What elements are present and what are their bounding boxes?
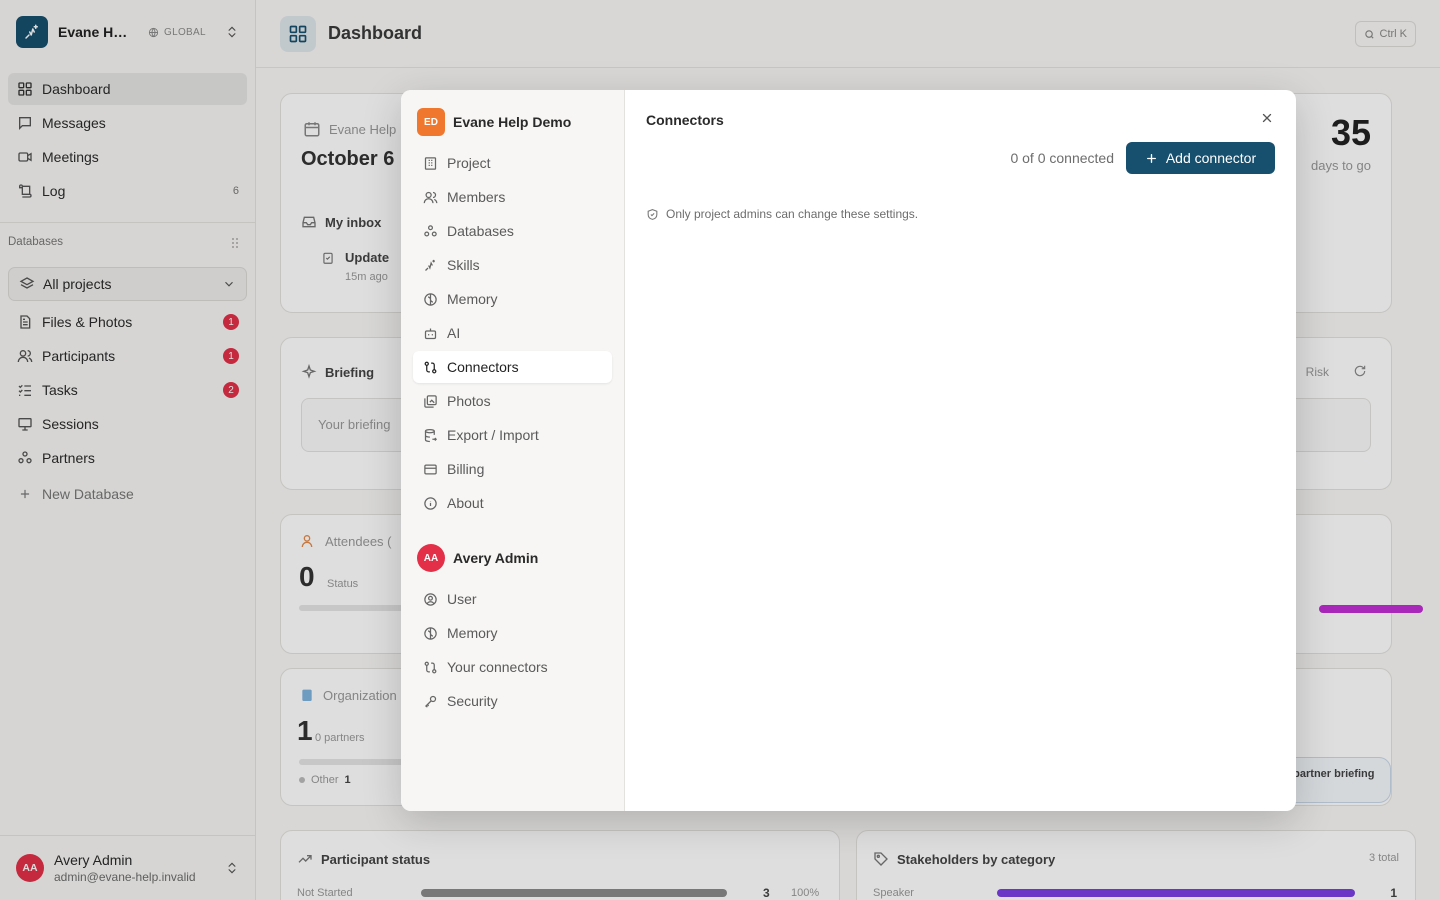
settings-item-about-label: About — [447, 495, 484, 511]
settings-item-photos[interactable]: Photos — [413, 385, 612, 417]
settings-item-ai[interactable]: AI — [413, 317, 612, 349]
settings-item-project-label: Project — [447, 155, 491, 171]
settings-item-security-label: Security — [447, 693, 498, 709]
shield-check-icon — [647, 208, 658, 220]
project-settings-nav: Project Members Databases Skills Memory … — [413, 147, 612, 521]
user-circle-icon — [421, 590, 439, 608]
settings-item-your-connectors[interactable]: Your connectors — [413, 651, 612, 683]
settings-item-security[interactable]: Security — [413, 685, 612, 717]
info-icon — [421, 494, 439, 512]
connectors-panel: Connectors 0 of 0 connected Add connecto… — [626, 90, 1296, 811]
user-header-name: Avery Admin — [453, 550, 539, 566]
user-avatar: AA — [417, 544, 445, 572]
settings-item-members-label: Members — [447, 189, 506, 205]
settings-item-members[interactable]: Members — [413, 181, 612, 213]
settings-sidebar: ED Evane Help Demo Project Members Datab… — [401, 90, 625, 811]
settings-item-memory-label: Memory — [447, 291, 498, 307]
databases-icon — [421, 222, 439, 240]
admin-note: Only project admins can change these set… — [646, 207, 918, 221]
connected-count: 0 of 0 connected — [1010, 150, 1114, 166]
settings-item-skills-label: Skills — [447, 257, 480, 273]
project-name: Evane Help Demo — [453, 114, 572, 130]
brain-icon — [421, 290, 439, 308]
plus-icon — [1146, 153, 1156, 163]
building-icon — [421, 154, 439, 172]
settings-item-photos-label: Photos — [447, 393, 491, 409]
user-settings-nav: User Memory Your connectors Security — [413, 583, 612, 719]
add-connector-label: Add connector — [1165, 150, 1257, 166]
settings-item-user-memory[interactable]: Memory — [413, 617, 612, 649]
settings-item-databases[interactable]: Databases — [413, 215, 612, 247]
settings-item-databases-label: Databases — [447, 223, 514, 239]
users-icon — [421, 188, 439, 206]
settings-item-export-import[interactable]: Export / Import — [413, 419, 612, 451]
settings-item-export-import-label: Export / Import — [447, 427, 539, 443]
admin-note-text: Only project admins can change these set… — [666, 207, 919, 221]
settings-item-memory[interactable]: Memory — [413, 283, 612, 315]
add-connector-button[interactable]: Add connector — [1126, 142, 1275, 174]
key-icon — [421, 692, 439, 710]
settings-modal: ED Evane Help Demo Project Members Datab… — [401, 90, 1296, 811]
settings-item-your-connectors-label: Your connectors — [447, 659, 548, 675]
images-icon — [421, 392, 439, 410]
settings-item-connectors[interactable]: Connectors — [413, 351, 612, 383]
database-export-icon — [421, 426, 439, 444]
project-avatar: ED — [417, 108, 445, 136]
settings-item-ai-label: AI — [447, 325, 461, 341]
settings-item-billing[interactable]: Billing — [413, 453, 612, 485]
settings-item-skills[interactable]: Skills — [413, 249, 612, 281]
plug-connectors-icon — [421, 358, 439, 376]
settings-item-user-memory-label: Memory — [447, 625, 498, 641]
close-icon[interactable] — [1258, 109, 1276, 127]
settings-item-connectors-label: Connectors — [447, 359, 519, 375]
settings-item-user[interactable]: User — [413, 583, 612, 615]
project-header: ED Evane Help Demo — [417, 108, 571, 136]
settings-item-user-label: User — [447, 591, 477, 607]
sparkles-icon — [421, 256, 439, 274]
credit-card-icon — [421, 460, 439, 478]
bot-icon — [421, 324, 439, 342]
settings-item-project[interactable]: Project — [413, 147, 612, 179]
plug-connectors-icon — [421, 658, 439, 676]
user-header: AA Avery Admin — [417, 544, 538, 572]
brain-icon — [421, 624, 439, 642]
settings-item-billing-label: Billing — [447, 461, 485, 477]
settings-item-about[interactable]: About — [413, 487, 612, 519]
panel-title: Connectors — [646, 112, 724, 128]
